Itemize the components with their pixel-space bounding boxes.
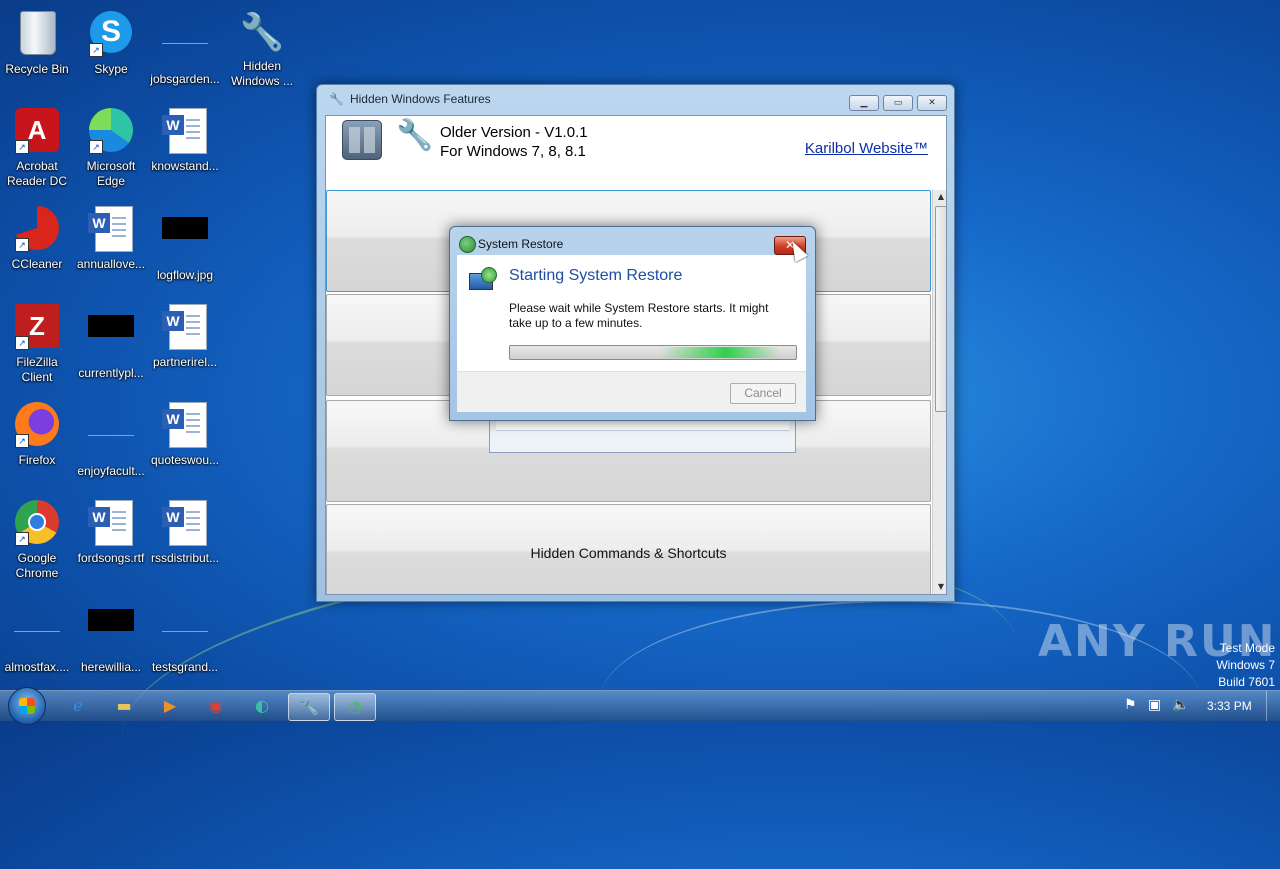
desktop-icon-hidden-windows[interactable]: 🔧 Hidden Windows ... xyxy=(225,8,299,89)
desktop-icon-logflow[interactable]: logflow.jpg xyxy=(148,204,222,283)
hidden-windows-taskbar-button[interactable]: 🔧 xyxy=(288,693,330,721)
minimize-button[interactable]: ▁ xyxy=(849,95,879,111)
window-titlebar[interactable]: 🔧 Hidden Windows Features xyxy=(329,92,491,106)
test-mode-watermark: Test Mode Windows 7 Build 7601 xyxy=(1216,641,1275,689)
taskbar-clock[interactable]: 3:33 PM xyxy=(1207,699,1252,713)
app-logo-icon xyxy=(342,120,382,160)
scroll-down-arrow-icon[interactable]: ▼ xyxy=(933,580,946,594)
progress-bar xyxy=(509,345,797,360)
word-doc-icon xyxy=(161,500,209,548)
network-icon[interactable]: ▣ xyxy=(1148,697,1161,713)
ccleaner-icon: ↗ xyxy=(13,206,61,254)
recycle-bin-icon xyxy=(13,11,61,59)
chrome-taskbar-icon[interactable]: ◉ xyxy=(196,693,236,719)
file-icon xyxy=(161,609,209,657)
word-doc-icon xyxy=(87,206,135,254)
desktop-icon-ccleaner[interactable]: ↗ CCleaner xyxy=(0,204,74,272)
chrome-icon: ↗ xyxy=(13,500,61,548)
edge-icon: ↗ xyxy=(87,108,135,156)
desktop-icon-currentlypl[interactable]: currentlypl... xyxy=(74,302,148,381)
progress-marquee xyxy=(660,347,780,358)
desktop-icon-recycle-bin[interactable]: Recycle Bin xyxy=(0,8,74,77)
dialog-body: Starting System Restore Please wait whil… xyxy=(457,255,806,371)
desktop-icon-partnerirel[interactable]: partnerirel... xyxy=(148,302,222,370)
desktop-icon-edge[interactable]: ↗ Microsoft Edge xyxy=(74,106,148,189)
file-icon xyxy=(87,413,135,461)
start-button[interactable] xyxy=(8,687,46,725)
desktop-icon-chrome[interactable]: ↗ Google Chrome xyxy=(0,498,74,581)
volume-icon[interactable]: 🔈 xyxy=(1172,697,1189,713)
desktop-icon-firefox[interactable]: ↗ Firefox xyxy=(0,400,74,468)
filezilla-icon: Z ↗ xyxy=(13,304,61,352)
word-doc-icon xyxy=(161,304,209,352)
vertical-scrollbar[interactable]: ▲ ▼ xyxy=(932,190,946,594)
image-file-icon xyxy=(161,217,209,265)
maximize-button[interactable]: ▭ xyxy=(883,95,913,111)
scroll-thumb[interactable] xyxy=(935,206,946,412)
desktop-icon-acrobat[interactable]: A ↗ Acrobat Reader DC xyxy=(0,106,74,189)
wrench-icon: 🔧 xyxy=(396,118,434,153)
desktop-icon-almostfax[interactable]: almostfax.... xyxy=(0,596,74,675)
dialog-footer: Cancel xyxy=(457,371,806,412)
monitor-clock-icon xyxy=(469,267,497,293)
desktop-icon-enjoyfacult[interactable]: enjoyfacult... xyxy=(74,400,148,479)
desktop-icon-skype[interactable]: S ↗ Skype xyxy=(74,8,148,77)
scroll-up-arrow-icon[interactable]: ▲ xyxy=(933,190,946,204)
file-icon xyxy=(13,609,61,657)
system-restore-dialog[interactable]: System Restore ✕ Starting System Restore… xyxy=(449,226,816,421)
firefox-icon: ↗ xyxy=(13,402,61,450)
website-link[interactable]: Karilbol Website™ xyxy=(805,140,928,157)
desktop-icon-rssdistribut[interactable]: rssdistribut... xyxy=(148,498,222,566)
show-desktop-button[interactable] xyxy=(1266,691,1280,721)
desktop-icon-herewillia[interactable]: herewillia... xyxy=(74,596,148,675)
action-center-flag-icon[interactable]: ⚑ xyxy=(1124,697,1137,713)
word-doc-icon xyxy=(87,500,135,548)
system-restore-icon xyxy=(459,236,476,253)
dialog-message: Please wait while System Restore starts.… xyxy=(509,301,769,330)
acrobat-icon: A ↗ xyxy=(13,108,61,156)
taskbar: ℯ ▬ ▶ ◉ ◐ 🔧 ◔ ⚑ ▣ 🔈 3:33 PM xyxy=(0,687,1280,725)
system-restore-taskbar-button[interactable]: ◔ xyxy=(334,693,376,721)
wrench-icon: 🔧 xyxy=(239,11,285,52)
wrench-icon: 🔧 xyxy=(329,92,344,106)
word-doc-icon xyxy=(161,108,209,156)
image-file-icon xyxy=(87,609,135,657)
media-player-icon[interactable]: ▶ xyxy=(150,693,190,719)
file-icon xyxy=(161,21,209,69)
desktop-icon-testsgrand[interactable]: testsgrand... xyxy=(148,596,222,675)
hidden-commands-label: Hidden Commands & Shortcuts xyxy=(530,545,727,561)
cancel-button[interactable]: Cancel xyxy=(730,383,796,404)
desktop-icon-jobsgarden[interactable]: jobsgarden... xyxy=(148,8,222,87)
image-file-icon xyxy=(87,315,135,363)
skype-icon: S ↗ xyxy=(87,11,135,59)
desktop-icon-filezilla[interactable]: Z ↗ FileZilla Client xyxy=(0,302,74,385)
platform-label: For Windows 7, 8, 8.1 xyxy=(440,143,586,160)
feature-panel-hidden-commands[interactable]: Hidden Commands & Shortcuts xyxy=(326,504,931,594)
dialog-heading: Starting System Restore xyxy=(509,267,683,284)
version-label: Older Version - V1.0.1 xyxy=(440,124,588,141)
desktop-icon-annuallove[interactable]: annuallove... xyxy=(74,204,148,272)
internet-explorer-icon[interactable]: ℯ xyxy=(58,693,98,719)
desktop-icon-quoteswou[interactable]: quoteswou... xyxy=(148,400,222,468)
word-doc-icon xyxy=(161,402,209,450)
edge-taskbar-icon[interactable]: ◐ xyxy=(242,693,282,719)
close-button[interactable]: ✕ xyxy=(917,95,947,111)
file-explorer-icon[interactable]: ▬ xyxy=(104,693,144,719)
dialog-title: System Restore xyxy=(478,237,564,251)
desktop-icon-fordsongs[interactable]: fordsongs.rtf xyxy=(74,498,148,566)
desktop-icon-knowstand[interactable]: knowstand... xyxy=(148,106,222,174)
